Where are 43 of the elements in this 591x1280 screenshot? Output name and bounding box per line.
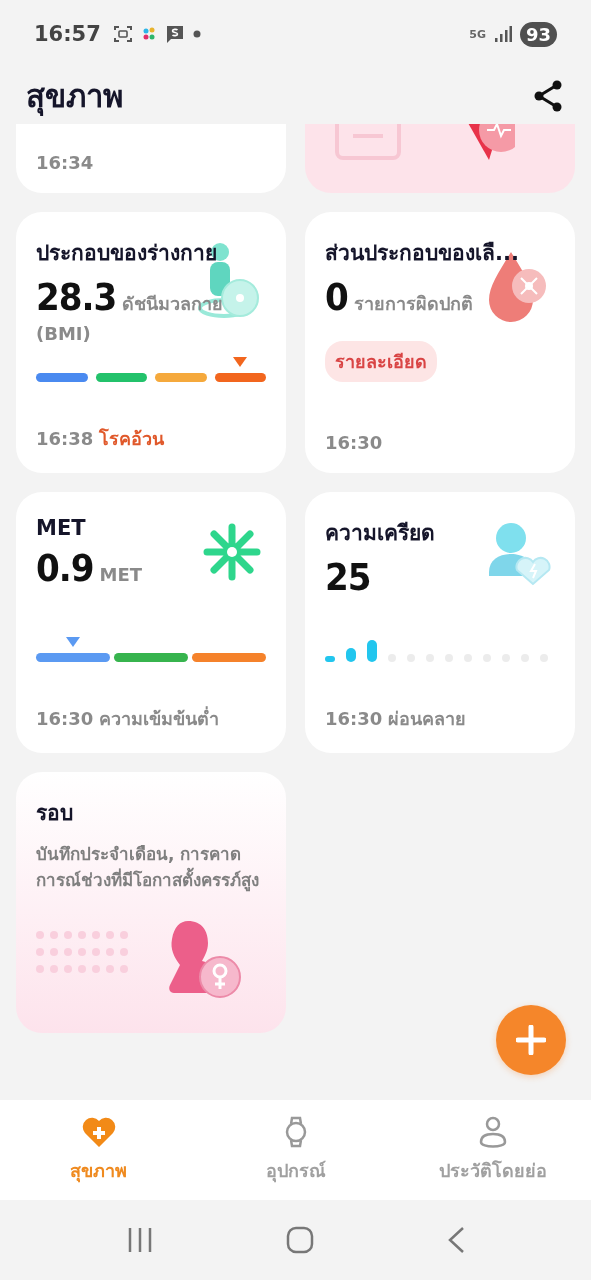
status-time: 16:57 xyxy=(34,22,101,46)
card[interactable]: MET 0.9 MET 16:30 ความเข้มข้นต่ำ xyxy=(16,492,286,753)
heart-plus-icon xyxy=(80,1115,117,1148)
screenshot-icon xyxy=(112,25,133,43)
card-description: บันทึกประจำเดือน, การคาดการณ์ช่วงที่มีโอกาสตั้งครรภ์สูง xyxy=(36,843,260,893)
card[interactable]: ส่วนประกอบของเลื... 0 รายการผิดปกติ รายละเอียด 16:30 xyxy=(305,212,575,473)
metric-unit: (BMI) xyxy=(36,323,92,344)
home-icon[interactable] xyxy=(285,1226,314,1254)
message-icon xyxy=(164,24,185,44)
metric-value: 25 xyxy=(325,555,371,599)
measure-time: 16:34 xyxy=(36,152,94,173)
status-label: ผ่อนคลาย xyxy=(388,707,467,731)
measure-time: 16:30 xyxy=(325,432,383,453)
metric-value: 0 xyxy=(325,275,348,319)
metric-value: 0.9 xyxy=(36,546,94,590)
measure-time: 16:30 xyxy=(325,708,383,729)
status-label: โรคอ้วน xyxy=(99,427,165,451)
metric-unit: MET xyxy=(99,564,143,585)
measure-time: 16:38 xyxy=(36,428,94,449)
share-icon[interactable] xyxy=(533,80,563,112)
status-label: ความเข้มข้นต่ำ xyxy=(99,705,220,731)
person-heart-icon xyxy=(487,522,551,588)
add-button[interactable] xyxy=(496,1005,566,1075)
card-title: ความเครียด xyxy=(325,520,436,547)
page-title: สุขภาพ xyxy=(26,77,123,118)
measure-time: 16:30 xyxy=(36,708,94,729)
signal-icon xyxy=(493,26,512,42)
metric-value: 28.3 xyxy=(36,275,117,319)
card-title: ส่วนประกอบของเลื... xyxy=(325,240,520,267)
battery-indicator: 93 xyxy=(519,21,557,47)
network-label: 5G xyxy=(469,27,486,41)
details-button[interactable]: รายละเอียด xyxy=(325,341,437,382)
asterisk-icon xyxy=(202,522,262,582)
card-title: ประกอบของร่างกาย xyxy=(36,240,218,267)
card[interactable]: ความเครียด 25 16:30 ผ่อนคลาย xyxy=(305,492,575,753)
dot-icon xyxy=(192,30,201,38)
metric-unit: รายการผิดปกติ xyxy=(353,292,473,316)
back-icon[interactable] xyxy=(446,1226,465,1254)
card-title: รอบ xyxy=(36,800,74,827)
card[interactable]: รอบ บันทึกประจำเดือน, การคาดการณ์ช่วงที่มีโอกาสตั้งครรภ์สูง xyxy=(16,772,286,1033)
plus-icon xyxy=(516,1025,546,1055)
recent-apps-icon[interactable] xyxy=(126,1227,153,1253)
card-title: MET xyxy=(36,516,87,540)
